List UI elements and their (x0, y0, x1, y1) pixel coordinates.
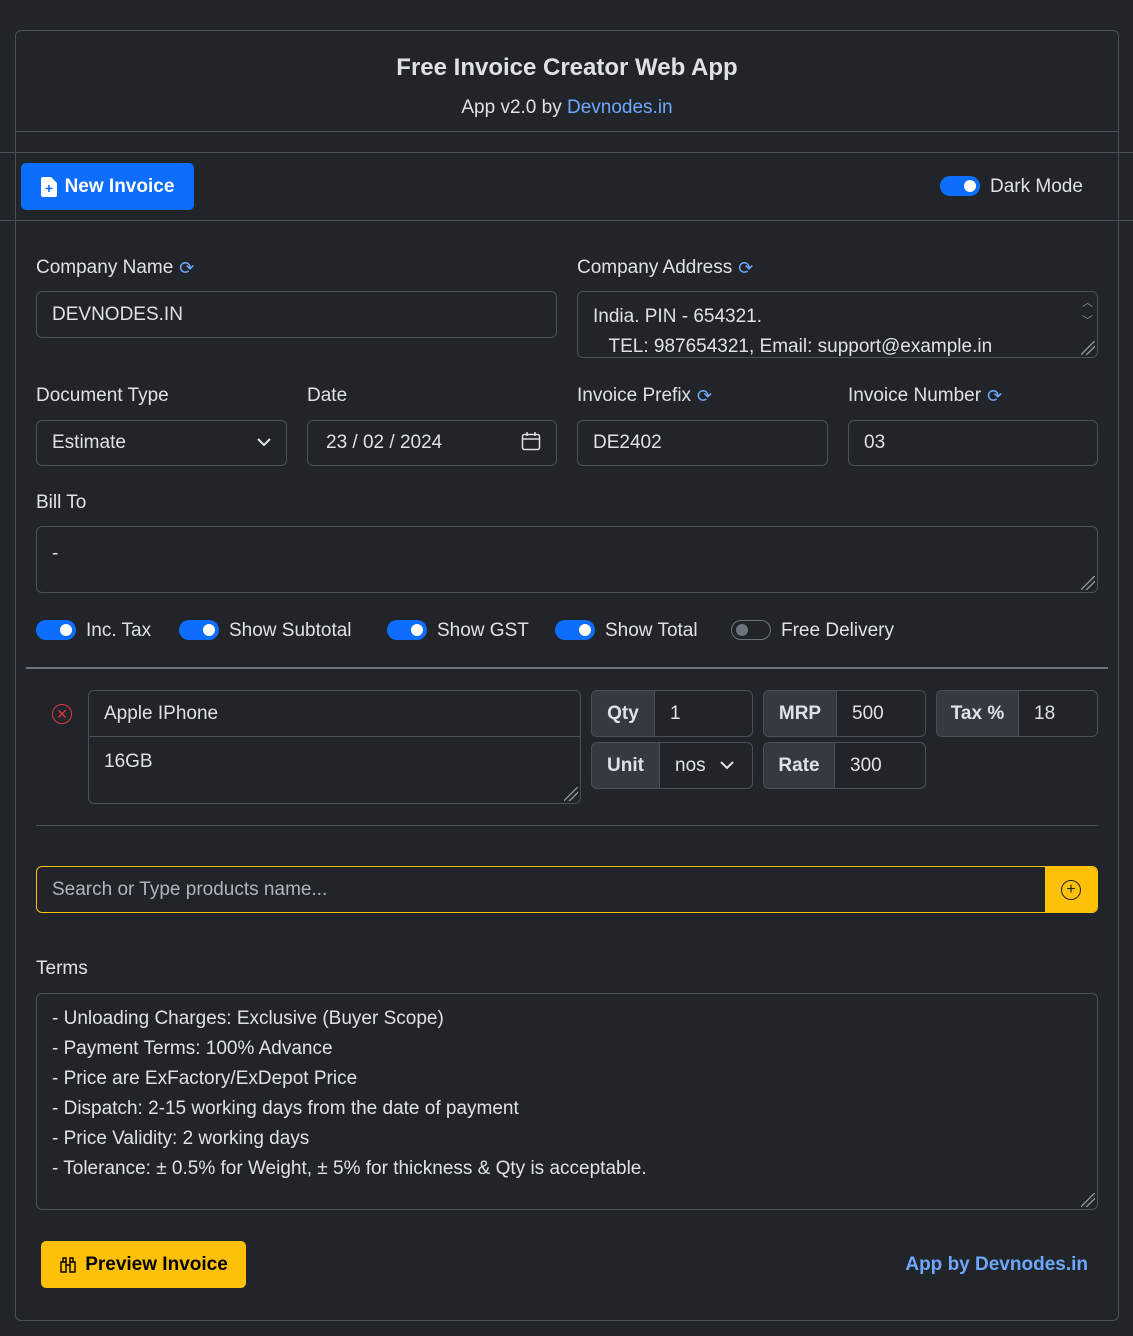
date-label: Date (307, 385, 348, 406)
invoice-number-value: 03 (864, 432, 886, 453)
terms-value: - Unloading Charges: Exclusive (Buyer Sc… (52, 1008, 647, 1179)
show-total-toggle[interactable] (555, 620, 595, 640)
tax-label: Tax % (937, 691, 1019, 736)
mrp-input-group: MRP 500 (763, 690, 926, 737)
invoice-number-label: Invoice Number (848, 385, 982, 406)
company-name-label-row: Company Name ⟳ (36, 257, 194, 279)
card-header: Free Invoice Creator Web App App v2.0 by… (16, 31, 1118, 132)
item-description-textarea[interactable]: 16GB (88, 736, 581, 804)
remove-item-icon[interactable]: ✕ (52, 704, 72, 724)
item-name-input[interactable]: Apple IPhone (88, 690, 581, 737)
tax-input-group: Tax % 18 (936, 690, 1098, 737)
tax-input[interactable]: 18 (1019, 691, 1097, 736)
binoculars-icon (60, 1256, 76, 1273)
document-type-label: Document Type (36, 385, 169, 406)
plus-circle-icon: + (1061, 879, 1081, 900)
company-name-value: DEVNODES.IN (52, 303, 183, 325)
qty-input[interactable]: 1 (655, 691, 752, 736)
qty-label: Qty (592, 691, 655, 736)
date-value: 23 / 02 / 2024 (326, 432, 443, 453)
show-gst-label: Show GST (437, 620, 529, 641)
item-divider (36, 825, 1098, 826)
preview-invoice-button[interactable]: Preview Invoice (41, 1241, 246, 1288)
chevron-down-icon (257, 434, 271, 452)
rate-label: Rate (764, 743, 835, 788)
product-search-input[interactable]: Search or Type products name... (37, 867, 1045, 912)
inc-tax-toggle[interactable] (36, 620, 76, 640)
invoice-number-input[interactable]: 03 (848, 420, 1098, 466)
invoice-prefix-label: Invoice Prefix (577, 385, 692, 406)
file-plus-icon (40, 176, 57, 197)
resize-grip-icon[interactable] (1081, 576, 1095, 590)
mrp-label: MRP (764, 691, 837, 736)
company-name-input[interactable]: DEVNODES.IN (36, 291, 557, 338)
unit-input-group: Unit nos (591, 742, 753, 789)
dark-mode-toggle[interactable] (940, 176, 980, 196)
free-delivery-toggle[interactable] (731, 620, 771, 640)
resize-grip-icon[interactable] (564, 787, 578, 801)
page-subtitle: App v2.0 by Devnodes.in (16, 97, 1118, 119)
invoice-prefix-input[interactable]: DE2402 (577, 420, 828, 466)
terms-label: Terms (36, 958, 88, 979)
invoice-prefix-label-row: Invoice Prefix ⟳ (577, 385, 712, 407)
unit-value: nos (675, 754, 706, 776)
resize-grip-icon[interactable] (1081, 341, 1095, 355)
page-title: Free Invoice Creator Web App (396, 54, 738, 81)
scrollbar-arrows[interactable]: ︿ ﹀ (1082, 294, 1093, 330)
calendar-icon[interactable] (521, 431, 541, 456)
refresh-company-name-icon[interactable]: ⟳ (179, 258, 194, 279)
toolbar-top-divider (0, 152, 1133, 153)
company-address-label: Company Address (577, 257, 733, 278)
unit-select[interactable]: nos (660, 743, 752, 788)
invoice-prefix-value: DE2402 (593, 432, 662, 453)
document-type-value: Estimate (52, 432, 126, 453)
refresh-invoice-prefix-icon[interactable]: ⟳ (697, 386, 712, 407)
show-gst-toggle[interactable] (387, 620, 427, 640)
subtitle-text: App v2.0 by (461, 97, 562, 118)
preview-invoice-label: Preview Invoice (85, 1253, 228, 1275)
date-input[interactable]: 23 / 02 / 2024 (307, 420, 557, 466)
company-name-label: Company Name (36, 257, 174, 278)
devnodes-link[interactable]: Devnodes.in (567, 97, 673, 118)
item-description-value: 16GB (104, 751, 153, 772)
show-subtotal-label: Show Subtotal (229, 620, 352, 641)
resize-grip-icon[interactable] (1081, 1193, 1095, 1207)
rate-input-group: Rate 300 (763, 742, 926, 789)
refresh-company-address-icon[interactable]: ⟳ (738, 258, 753, 279)
toolbar-bottom-divider (0, 220, 1133, 221)
new-invoice-label: New Invoice (64, 175, 175, 197)
refresh-invoice-number-icon[interactable]: ⟳ (987, 386, 1002, 407)
bill-to-textarea[interactable]: - (36, 526, 1098, 593)
company-address-value: India. PIN - 654321. TEL: 987654321, Ema… (593, 306, 993, 357)
company-address-label-row: Company Address ⟳ (577, 257, 753, 279)
qty-input-group: Qty 1 (591, 690, 753, 737)
app-by-link[interactable]: App by Devnodes.in (905, 1254, 1088, 1276)
dark-mode-label: Dark Mode (990, 176, 1083, 197)
bill-to-label: Bill To (36, 492, 87, 513)
show-subtotal-toggle[interactable] (179, 620, 219, 640)
invoice-number-label-row: Invoice Number ⟳ (848, 385, 1002, 407)
new-invoice-button[interactable]: New Invoice (21, 163, 194, 210)
free-delivery-label: Free Delivery (781, 620, 894, 641)
company-address-textarea[interactable]: India. PIN - 654321. TEL: 987654321, Ema… (577, 291, 1098, 358)
bill-to-value: - (52, 543, 59, 564)
mrp-input[interactable]: 500 (837, 691, 925, 736)
terms-textarea[interactable]: - Unloading Charges: Exclusive (Buyer Sc… (36, 993, 1098, 1210)
chevron-down-icon (720, 757, 734, 775)
document-type-select[interactable]: Estimate (36, 420, 287, 466)
product-search-group: Search or Type products name... + (36, 866, 1098, 913)
item-name-value: Apple IPhone (104, 702, 219, 724)
show-total-label: Show Total (605, 620, 698, 641)
rate-input[interactable]: 300 (835, 743, 925, 788)
unit-label: Unit (592, 743, 660, 788)
items-divider (26, 667, 1108, 669)
inc-tax-label: Inc. Tax (86, 620, 152, 641)
add-product-button[interactable]: + (1045, 867, 1097, 912)
